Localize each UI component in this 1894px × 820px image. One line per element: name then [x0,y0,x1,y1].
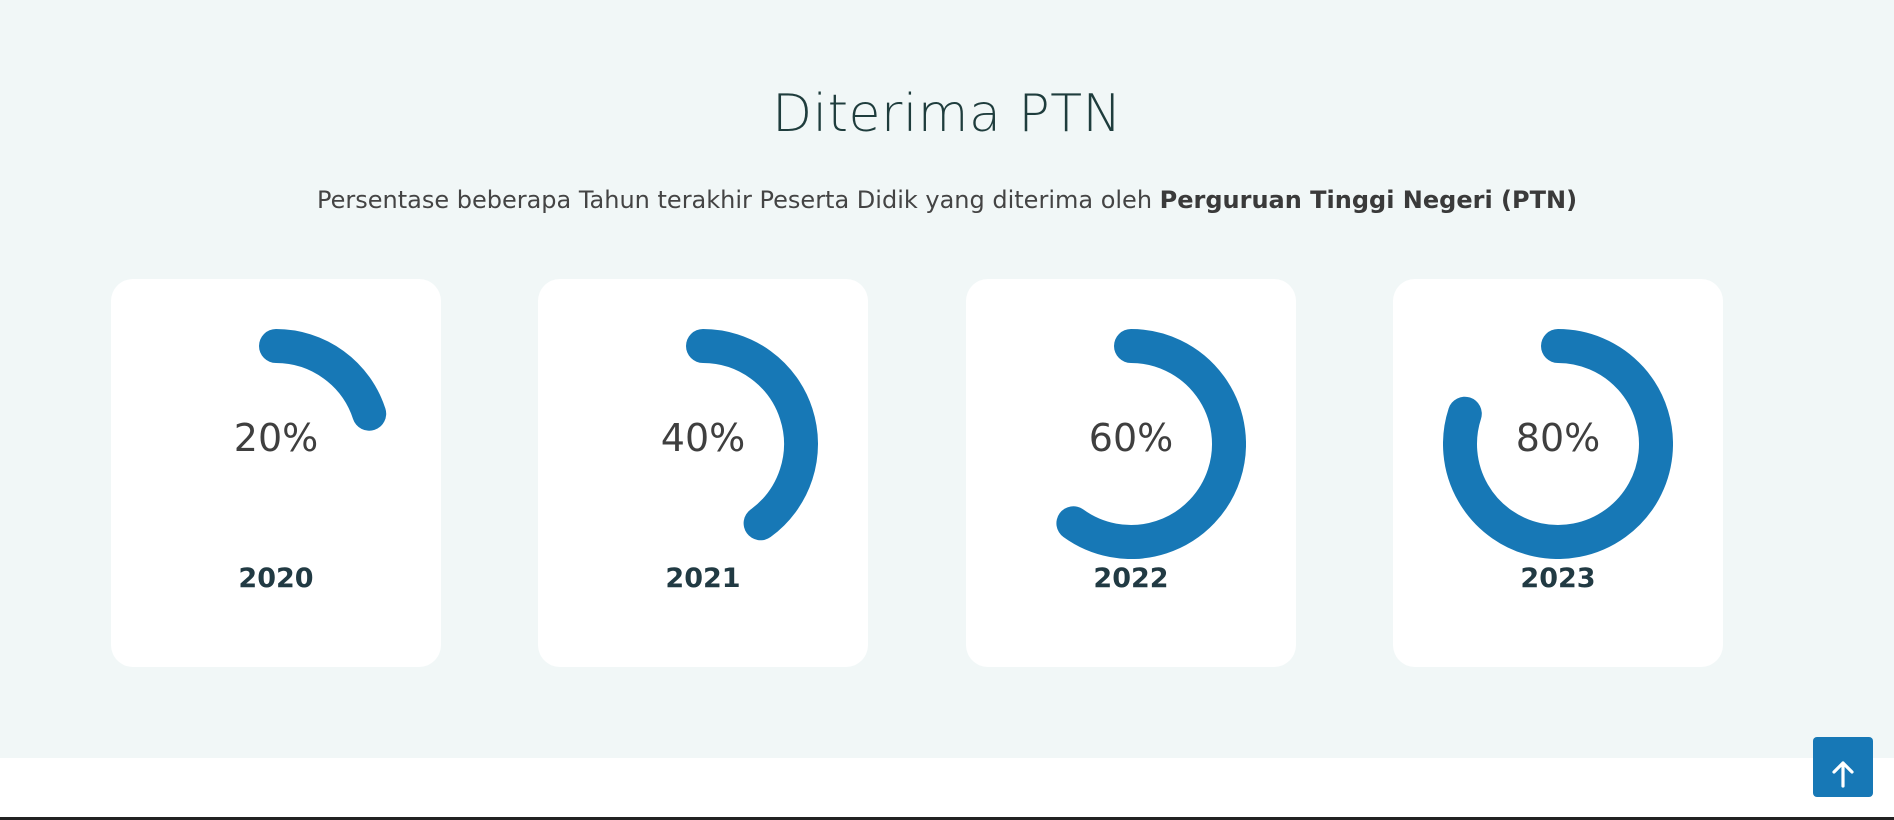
back-to-top-button[interactable] [1813,737,1873,797]
card-year: 2022 [1093,563,1169,594]
card-year: 2020 [238,563,314,594]
card-year: 2023 [1520,563,1596,594]
progress-value: 60% [1088,416,1174,460]
stat-card-2021: 40% 2021 [538,279,868,667]
progress-value: 20% [233,416,319,460]
ptn-section: Diterima PTN Persentase beberapa Tahun t… [0,0,1894,758]
subtitle-bold-text: Perguruan Tinggi Negeri (PTN) [1159,186,1578,214]
section-title: Diterima PTN [772,84,1122,144]
stat-card-2023: 80% 2023 [1393,279,1723,667]
section-subtitle: Persentase beberapa Tahun terakhir Peser… [0,186,1894,214]
stat-card-2020: 20% 2020 [111,279,441,667]
progress-arc [259,329,387,431]
card-year: 2021 [665,563,741,594]
stat-card-2022: 60% 2022 [966,279,1296,667]
progress-value: 40% [660,416,746,460]
progress-value: 80% [1515,416,1601,460]
arrow-up-icon [1832,761,1854,788]
subtitle-text: Persentase beberapa Tahun terakhir Peser… [316,186,1160,214]
